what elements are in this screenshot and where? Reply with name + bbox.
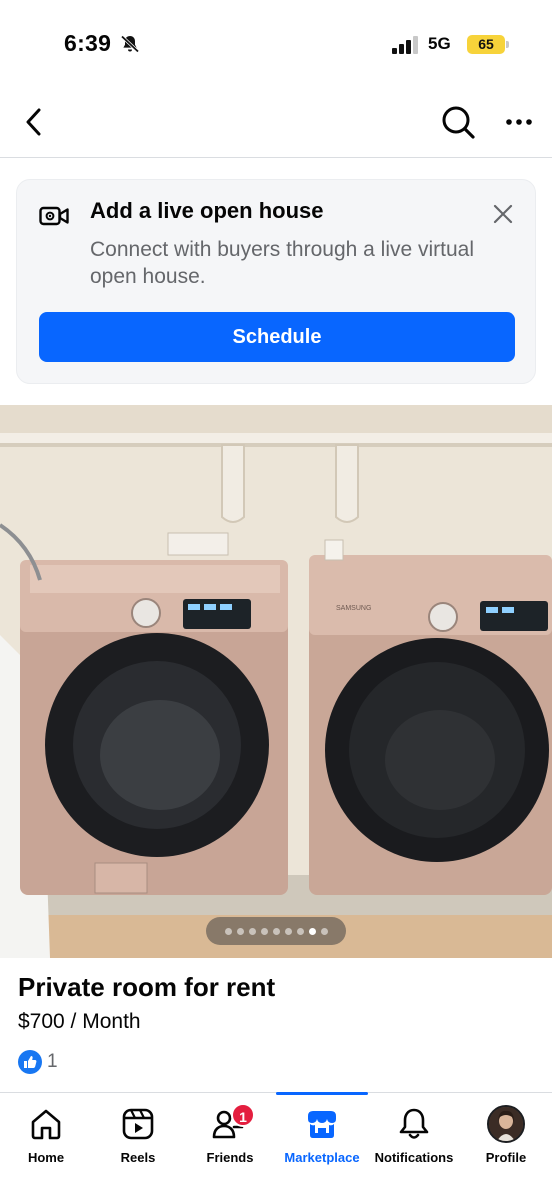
bottom-tab-bar: Home Reels 1 Friends Marketplace Notific… — [0, 1092, 552, 1200]
listing-photo[interactable]: SAMSUNG — [0, 405, 552, 958]
nav-bar — [0, 88, 552, 158]
tab-friends[interactable]: 1 Friends — [184, 1093, 276, 1173]
pager-dot — [296, 927, 304, 935]
tab-label-marketplace: Marketplace — [284, 1150, 360, 1165]
like-count: 1 — [47, 1051, 58, 1072]
photo-pager[interactable] — [206, 917, 346, 945]
more-horizontal-icon[interactable] — [502, 110, 536, 134]
pager-dot — [308, 927, 316, 935]
avatar — [487, 1105, 525, 1143]
schedule-button[interactable]: Schedule — [39, 312, 515, 362]
pager-dot — [284, 927, 292, 935]
listing-title: Private room for rent — [18, 972, 276, 1002]
status-bar: 6:39 5G 65 — [0, 0, 552, 88]
marketplace-icon — [308, 1111, 336, 1138]
close-icon[interactable] — [492, 203, 514, 225]
tab-label-profile: Profile — [485, 1150, 527, 1165]
home-icon — [31, 1109, 61, 1140]
tab-home[interactable]: Home — [0, 1093, 92, 1173]
bell-icon — [399, 1108, 429, 1139]
active-tab-indicator — [276, 1092, 368, 1095]
status-time: 6:39 — [64, 30, 112, 56]
avatar-photo — [489, 1107, 523, 1141]
open-house-card: Add a live open house Connect with buyer… — [16, 179, 536, 384]
tab-profile[interactable]: Profile — [460, 1093, 552, 1173]
samsung-logo: SAMSUNG — [336, 605, 371, 612]
pager-dot — [236, 927, 244, 935]
tab-marketplace[interactable]: Marketplace — [276, 1092, 368, 1173]
friends-badge: 1 — [231, 1103, 255, 1127]
battery-indicator: 65 — [467, 35, 505, 54]
pager-dot — [248, 927, 256, 935]
tab-label-notifications: Notifications — [374, 1150, 454, 1165]
open-house-description: Connect with buyers through a live virtu… — [90, 238, 475, 288]
tab-label-home: Home — [27, 1150, 65, 1165]
search-icon[interactable] — [440, 104, 476, 140]
listing-price: $700 / Month — [18, 1010, 141, 1033]
battery-tip — [506, 41, 509, 48]
pager-dot — [320, 927, 328, 935]
tab-label-reels: Reels — [120, 1150, 156, 1165]
pager-dot — [260, 927, 268, 935]
open-house-title: Add a live open house — [90, 198, 324, 223]
reels-icon — [122, 1108, 154, 1140]
live-video-icon — [39, 206, 69, 226]
tab-reels[interactable]: Reels — [92, 1093, 184, 1173]
bell-off-icon — [120, 35, 140, 53]
network-indicator: 5G — [428, 34, 451, 53]
pager-dot — [272, 927, 280, 935]
washer-dryer-illustration: SAMSUNG — [0, 405, 552, 958]
pager-dot — [224, 927, 232, 935]
signal-icon — [392, 36, 418, 54]
tab-notifications[interactable]: Notifications — [368, 1093, 460, 1173]
like-icon[interactable] — [18, 1050, 42, 1074]
tab-label-friends: Friends — [206, 1150, 254, 1165]
chevron-left-icon[interactable] — [20, 106, 48, 138]
